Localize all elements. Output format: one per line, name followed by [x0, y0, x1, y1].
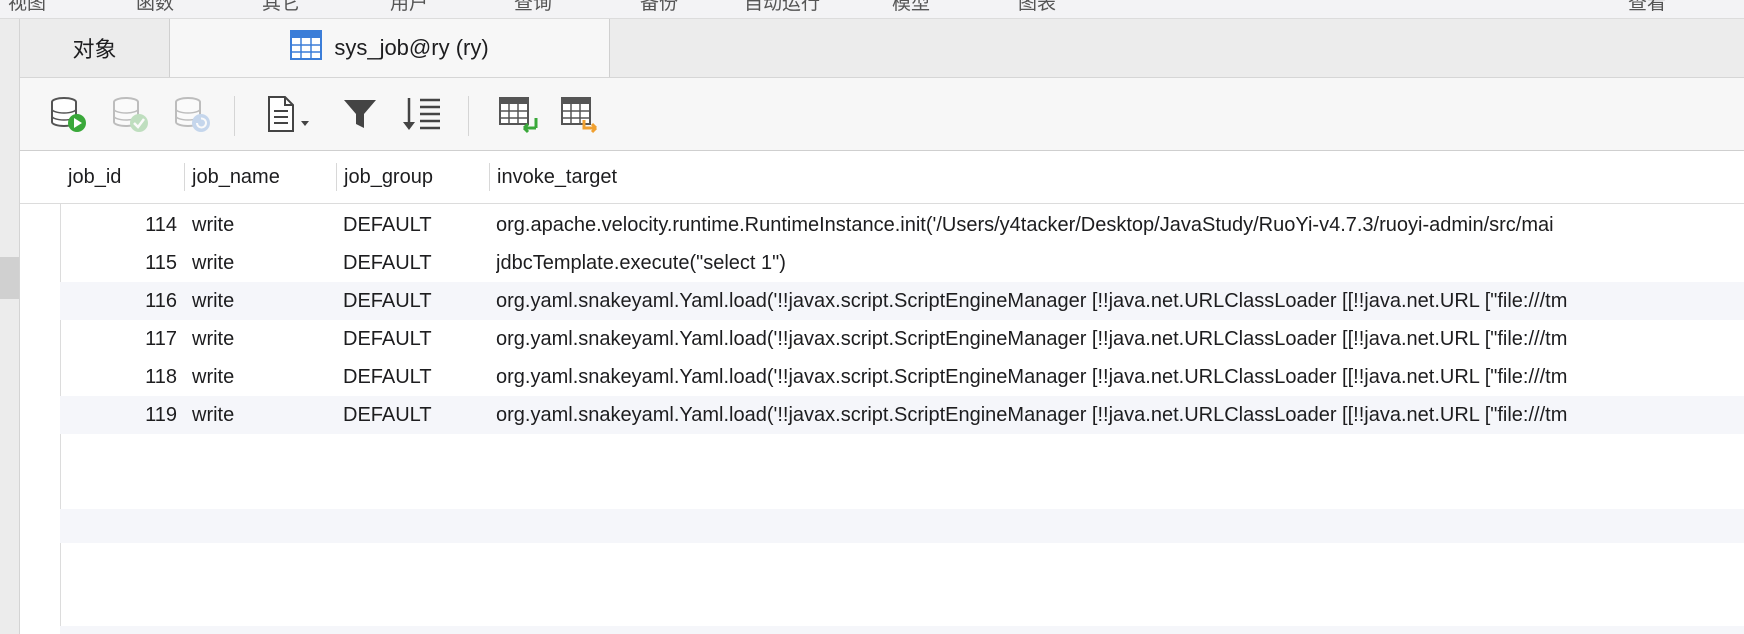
table-row[interactable]: 118 write DEFAULT org.yaml.snakeyaml.Yam…: [60, 358, 1744, 396]
cell-job-id[interactable]: 117: [60, 320, 177, 358]
cell-invoke-target[interactable]: org.yaml.snakeyaml.Yaml.load('!!javax.sc…: [496, 358, 1744, 396]
table-row[interactable]: 114 write DEFAULT org.apache.velocity.ru…: [60, 206, 1744, 244]
empty-row-stripe: [60, 626, 1744, 634]
cell-job-group[interactable]: DEFAULT: [343, 396, 483, 434]
cell-invoke-target[interactable]: jdbcTemplate.execute("select 1"): [496, 244, 1744, 282]
menu-item-other[interactable]: 其它: [262, 0, 300, 15]
column-header-job-group[interactable]: job_group: [336, 151, 472, 203]
menu-item-users[interactable]: 用户: [390, 0, 428, 15]
sort-icon: [400, 94, 444, 139]
cell-invoke-target[interactable]: org.yaml.snakeyaml.Yaml.load('!!javax.sc…: [496, 320, 1744, 358]
discard-changes-icon: [172, 94, 212, 139]
cell-job-group[interactable]: DEFAULT: [343, 206, 483, 244]
cell-job-id[interactable]: 119: [60, 396, 177, 434]
cell-job-id[interactable]: 114: [60, 206, 177, 244]
cell-job-id[interactable]: 116: [60, 282, 177, 320]
tab-objects-label: 对象: [72, 37, 117, 62]
export-button[interactable]: [558, 94, 602, 138]
cell-job-group[interactable]: DEFAULT: [343, 244, 483, 282]
cell-job-name[interactable]: write: [192, 206, 332, 244]
add-record-icon: [48, 94, 88, 139]
filter-button[interactable]: [338, 94, 382, 138]
tab-objects[interactable]: 对象: [20, 19, 170, 77]
empty-row-stripe: [60, 509, 1744, 543]
table-row[interactable]: 117 write DEFAULT org.yaml.snakeyaml.Yam…: [60, 320, 1744, 358]
cell-invoke-target[interactable]: org.apache.velocity.runtime.RuntimeInsta…: [496, 206, 1744, 244]
row-header-column: [20, 151, 61, 634]
sort-button[interactable]: [400, 94, 444, 138]
apply-changes-icon: [110, 94, 150, 139]
toolbar-separator: [234, 96, 235, 136]
menu-item-automation[interactable]: 自动运行: [744, 0, 820, 15]
filter-icon: [340, 94, 380, 139]
cell-job-group[interactable]: DEFAULT: [343, 282, 483, 320]
cell-job-id[interactable]: 118: [60, 358, 177, 396]
menu-item-view[interactable]: 视图: [8, 0, 46, 15]
cell-job-name[interactable]: write: [192, 282, 332, 320]
cell-job-group[interactable]: DEFAULT: [343, 358, 483, 396]
menu-bar: 视图 函数 其它 用户 查询 备份 自动运行 模型 图表 查看: [0, 0, 1744, 19]
menu-item-backup[interactable]: 备份: [640, 0, 678, 15]
apply-changes-button[interactable]: [108, 94, 152, 138]
cell-invoke-target[interactable]: org.yaml.snakeyaml.Yaml.load('!!javax.sc…: [496, 282, 1744, 320]
text-view-button[interactable]: [268, 94, 312, 138]
import-icon: [498, 94, 538, 139]
menu-item-chart[interactable]: 图表: [1018, 0, 1056, 15]
text-view-icon: [265, 94, 315, 139]
column-header-job-name[interactable]: job_name: [184, 151, 320, 203]
cell-job-name[interactable]: write: [192, 396, 332, 434]
add-record-button[interactable]: [46, 94, 90, 138]
import-button[interactable]: [496, 94, 540, 138]
cell-job-name[interactable]: write: [192, 320, 332, 358]
toolbar-separator: [468, 96, 469, 136]
discard-changes-button[interactable]: [170, 94, 214, 138]
table-row[interactable]: 115 write DEFAULT jdbcTemplate.execute("…: [60, 244, 1744, 282]
cell-job-id[interactable]: 115: [60, 244, 177, 282]
cell-invoke-target[interactable]: org.yaml.snakeyaml.Yaml.load('!!javax.sc…: [496, 396, 1744, 434]
export-icon: [560, 94, 600, 139]
cell-job-name[interactable]: write: [192, 358, 332, 396]
tab-sys-job-label: sys_job@ry (ry): [334, 35, 489, 60]
table-icon: [290, 30, 323, 66]
table-row[interactable]: 119 write DEFAULT org.yaml.snakeyaml.Yam…: [60, 396, 1744, 434]
menu-item-functions[interactable]: 函数: [136, 0, 174, 15]
cell-job-group[interactable]: DEFAULT: [343, 320, 483, 358]
toolbar: [20, 78, 1744, 151]
grid-header: job_id job_name job_group invoke_target: [20, 151, 1744, 204]
menu-item-query[interactable]: 查询: [514, 0, 552, 15]
table-row[interactable]: 116 write DEFAULT org.yaml.snakeyaml.Yam…: [60, 282, 1744, 320]
tab-sys-job[interactable]: sys_job@ry (ry): [170, 19, 610, 77]
menu-item-model[interactable]: 模型: [892, 0, 930, 15]
gutter-scroll-thumb[interactable]: [0, 257, 19, 299]
column-header-job-id[interactable]: job_id: [60, 151, 168, 203]
column-header-invoke-target[interactable]: invoke_target: [489, 151, 1739, 203]
menu-item-view-right[interactable]: 查看: [1628, 0, 1666, 15]
data-grid: job_id job_name job_group invoke_target …: [20, 151, 1744, 634]
left-gutter: [0, 19, 20, 634]
cell-job-name[interactable]: write: [192, 244, 332, 282]
tab-bar: 对象 sys_job@ry (ry): [20, 19, 1744, 78]
